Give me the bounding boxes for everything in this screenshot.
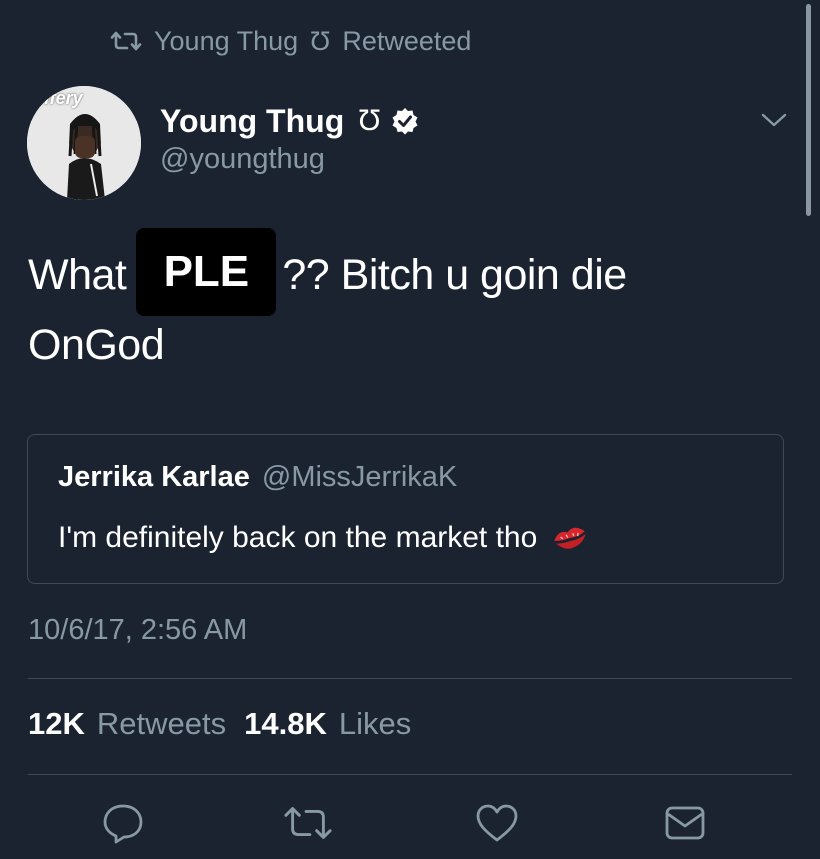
like-button[interactable] (472, 798, 522, 848)
kiss-mark-icon (554, 527, 586, 549)
chevron-down-icon[interactable] (760, 110, 788, 135)
divider (28, 774, 792, 775)
avatar[interactable]: iffery (27, 86, 141, 200)
reply-icon (103, 804, 143, 844)
engagement-stats: 12K Retweets 14.8K Likes (28, 706, 417, 742)
reply-button[interactable] (98, 798, 148, 848)
direct-message-button[interactable] (660, 798, 710, 848)
retweeted-label: Retweeted (342, 25, 472, 56)
retweeter-name: Young Thug (154, 25, 299, 56)
retweet-button[interactable] (283, 798, 333, 848)
quoted-tweet-body: I'm definitely back on the market tho (58, 521, 589, 555)
quoted-tweet-text: I'm definitely back on the market tho (58, 521, 538, 554)
author-name-glyph: Ʊ (358, 104, 381, 137)
retweet-small-icon (110, 31, 142, 51)
tweet-text: What PLE ?? Bitch u goin die OnGod (28, 228, 788, 380)
tweet-text-after: ?? Bitch u goin die (282, 251, 627, 299)
quoted-tweet-header: Jerrika Karlae @MissJerrikaK (58, 461, 457, 494)
likes-count[interactable]: 14.8K (244, 706, 327, 742)
author-handle[interactable]: @youngthug (160, 143, 325, 176)
quoted-handle: @MissJerrikaK (261, 461, 458, 493)
redaction-box: PLE (136, 228, 277, 316)
tweet-text-before: What (28, 251, 127, 299)
retweets-count[interactable]: 12K (28, 706, 85, 742)
scrollbar[interactable] (806, 4, 811, 216)
author-name-row[interactable]: Young Thug Ʊ (160, 100, 419, 142)
tweet-text-line-2: OnGod (28, 321, 165, 369)
divider (28, 678, 792, 679)
retweeter-glyph: Ʊ (310, 25, 331, 56)
author-display-name: Young Thug (160, 102, 345, 139)
action-bar (0, 798, 820, 852)
quoted-display-name: Jerrika Karlae (58, 461, 250, 493)
retweet-context[interactable]: Young Thug Ʊ Retweeted (110, 24, 471, 58)
retweets-label[interactable]: Retweets (97, 706, 226, 742)
verified-badge-icon (392, 108, 418, 135)
retweet-icon (284, 807, 332, 839)
direct-message-icon (665, 806, 705, 840)
tweet-text-line-1: What PLE ?? Bitch u goin die (28, 228, 788, 316)
likes-label[interactable]: Likes (339, 706, 411, 742)
avatar-watermark: iffery (39, 88, 83, 108)
tweet-timestamp: 10/6/17, 2:56 AM (28, 614, 248, 646)
quoted-tweet-card[interactable]: Jerrika Karlae @MissJerrikaK I'm definit… (27, 434, 784, 584)
like-icon (476, 804, 518, 842)
